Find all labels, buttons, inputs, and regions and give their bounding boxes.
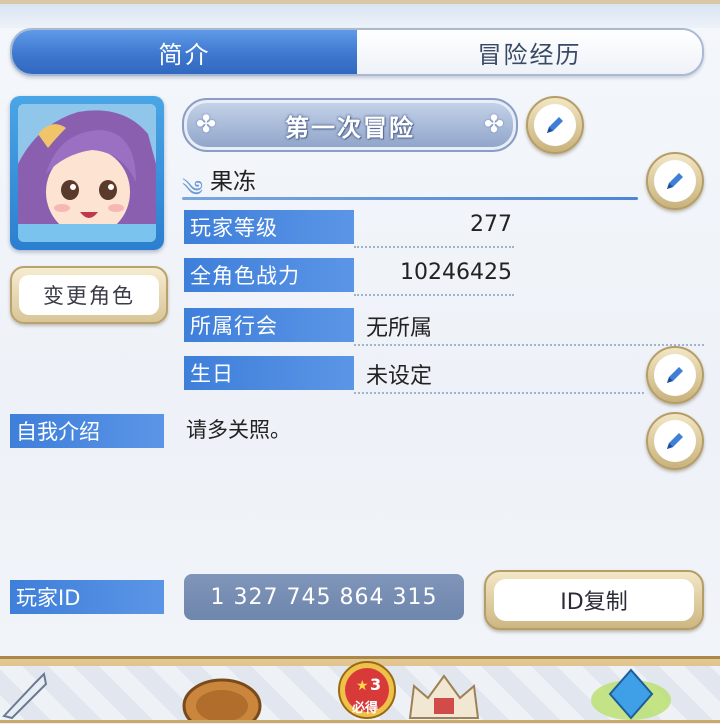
edit-self-intro-button[interactable] (646, 412, 704, 470)
player-name: 果冻 (210, 169, 256, 195)
clan-row: 所属行会 无所属 (184, 308, 704, 346)
player-id-label: 玩家ID (10, 580, 164, 614)
pencil-icon (667, 173, 683, 189)
pencil-icon (667, 433, 683, 449)
copy-id-label: ID复制 (494, 579, 694, 621)
shield-icon[interactable] (176, 676, 266, 720)
row-divider (354, 294, 514, 296)
tab-adventure-history[interactable]: 冒险经历 (357, 30, 702, 74)
total-power-label: 全角色战力 (184, 258, 354, 292)
svg-text:3: 3 (370, 675, 381, 694)
total-power-row: 全角色战力 10246425 (184, 258, 514, 296)
avatar-frame[interactable] (10, 96, 164, 250)
pencil-icon (547, 117, 563, 133)
crown-icon[interactable] (404, 668, 484, 720)
row-divider (354, 344, 704, 346)
change-character-label: 变更角色 (19, 275, 159, 315)
title-banner[interactable]: ✤ 第一次冒险 ✤ (182, 98, 518, 152)
self-intro-label: 自我介绍 (10, 414, 164, 448)
change-character-button[interactable]: 变更角色 (10, 266, 168, 324)
edit-name-button[interactable] (646, 152, 704, 210)
player-level-row: 玩家等级 277 (184, 210, 514, 248)
row-divider (354, 246, 514, 248)
pencil-icon (667, 367, 683, 383)
edit-title-button[interactable] (526, 96, 584, 154)
tab-bar: 简介 冒险经历 (10, 28, 704, 76)
birthday-label: 生日 (184, 356, 354, 390)
name-underline (182, 197, 638, 200)
birthday-value: 未设定 (366, 364, 433, 389)
player-name-row: ༄ 果冻 (182, 158, 638, 202)
svg-text:★: ★ (356, 678, 369, 694)
total-power-value: 10246425 (400, 260, 512, 285)
clover-icon: ✤ (483, 110, 504, 138)
clan-label: 所属行会 (184, 308, 354, 342)
clover-icon: ✤ (196, 110, 217, 138)
gem-icon[interactable] (586, 664, 676, 720)
tab-profile[interactable]: 简介 (12, 30, 357, 74)
player-level-label: 玩家等级 (184, 210, 354, 244)
edit-birthday-button[interactable] (646, 346, 704, 404)
player-id-value: 1 327 745 864 315 (184, 574, 464, 620)
row-divider (354, 392, 644, 394)
sword-icon[interactable] (0, 670, 60, 720)
title-text: 第一次冒险 (285, 113, 415, 142)
self-intro-text: 请多关照。 (186, 418, 291, 442)
copy-id-button[interactable]: ID复制 (484, 570, 704, 630)
svg-text:必得: 必得 (351, 700, 378, 716)
birthday-row: 生日 未设定 (184, 356, 644, 394)
player-level-value: 277 (470, 212, 512, 237)
star-badge-icon[interactable]: ★ 3 必得 (332, 660, 402, 720)
avatar (18, 104, 156, 242)
clan-value: 无所属 (366, 316, 433, 341)
